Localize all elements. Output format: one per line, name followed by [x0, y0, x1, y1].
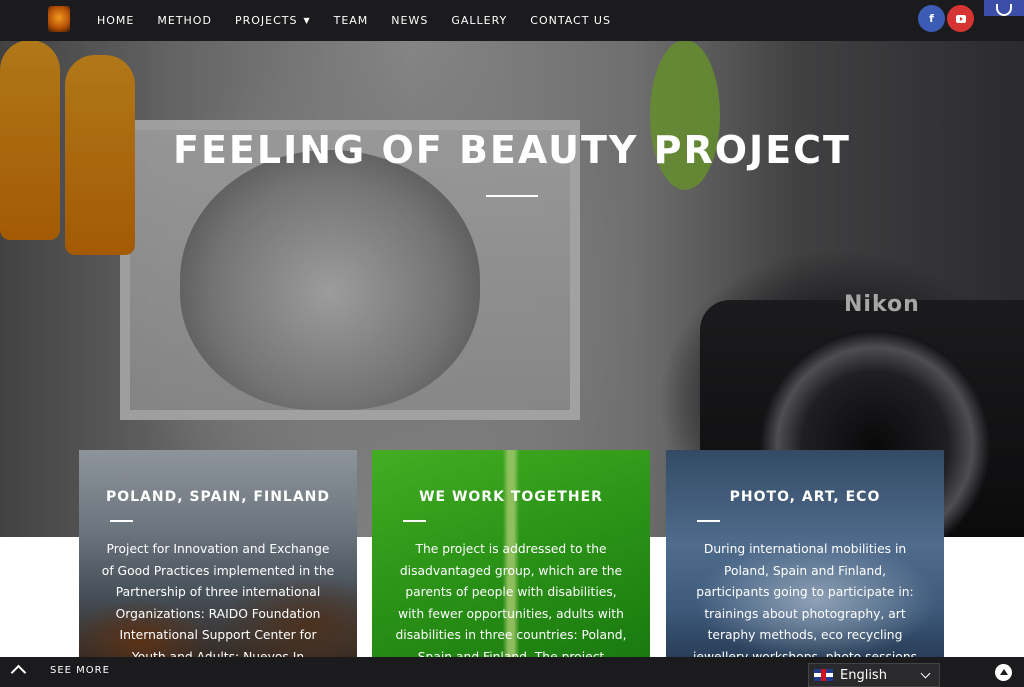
facebook-icon[interactable]: f: [918, 5, 945, 32]
main-menu: HOME METHOD PROJECTS ▼ TEAM NEWS GALLERY…: [97, 0, 634, 41]
arrow-up-icon: [999, 668, 1008, 675]
language-select[interactable]: English: [808, 663, 940, 687]
card-title: PHOTO, ART, ECO: [729, 489, 881, 505]
language-label: English: [840, 667, 887, 683]
chevron-down-icon: [920, 668, 931, 679]
see-more-button[interactable]: SEE MORE: [50, 665, 110, 676]
page-title: FEELING OF BEAUTY PROJECT: [173, 128, 851, 172]
chevron-down-icon: ▼: [303, 16, 311, 25]
card-text: During international mobilities in Polan…: [692, 542, 918, 660]
top-navbar: HOME METHOD PROJECTS ▼ TEAM NEWS GALLERY…: [0, 0, 1024, 41]
accessibility-icon[interactable]: [984, 0, 1024, 16]
scroll-to-top-button[interactable]: [995, 664, 1012, 681]
site-logo[interactable]: [48, 6, 70, 32]
nav-item-contact-us[interactable]: CONTACT US: [530, 14, 611, 27]
play-icon: [955, 14, 966, 23]
card-title: POLAND, SPAIN, FINLAND: [105, 489, 331, 505]
card-poland-spain-finland[interactable]: POLAND, SPAIN, FINLAND Project for Innov…: [79, 450, 357, 660]
card-title: WE WORK TOGETHER: [419, 489, 603, 505]
nav-item-gallery[interactable]: GALLERY: [451, 14, 507, 27]
card-photo-art-eco[interactable]: PHOTO, ART, ECO During international mob…: [666, 450, 944, 660]
youtube-icon[interactable]: [947, 5, 974, 32]
uk-flag-icon: [814, 669, 833, 681]
nav-item-team[interactable]: TEAM: [334, 14, 369, 27]
nav-item-home[interactable]: HOME: [97, 14, 134, 27]
card-text: Project for Innovation and Exchange of G…: [101, 542, 335, 660]
card-divider: [697, 520, 720, 522]
title-divider: [486, 195, 538, 197]
card-divider: [110, 520, 133, 522]
nav-item-news[interactable]: NEWS: [391, 14, 428, 27]
nav-item-method[interactable]: METHOD: [157, 14, 212, 27]
chevron-up-icon[interactable]: [10, 664, 27, 681]
card-divider: [403, 520, 426, 522]
nav-item-projects-label: PROJECTS: [234, 14, 298, 27]
card-we-work-together[interactable]: WE WORK TOGETHER The project is addresse…: [372, 450, 650, 660]
nav-item-projects[interactable]: PROJECTS ▼: [235, 14, 311, 27]
card-text: The project is addressed to the disadvan…: [395, 542, 627, 660]
